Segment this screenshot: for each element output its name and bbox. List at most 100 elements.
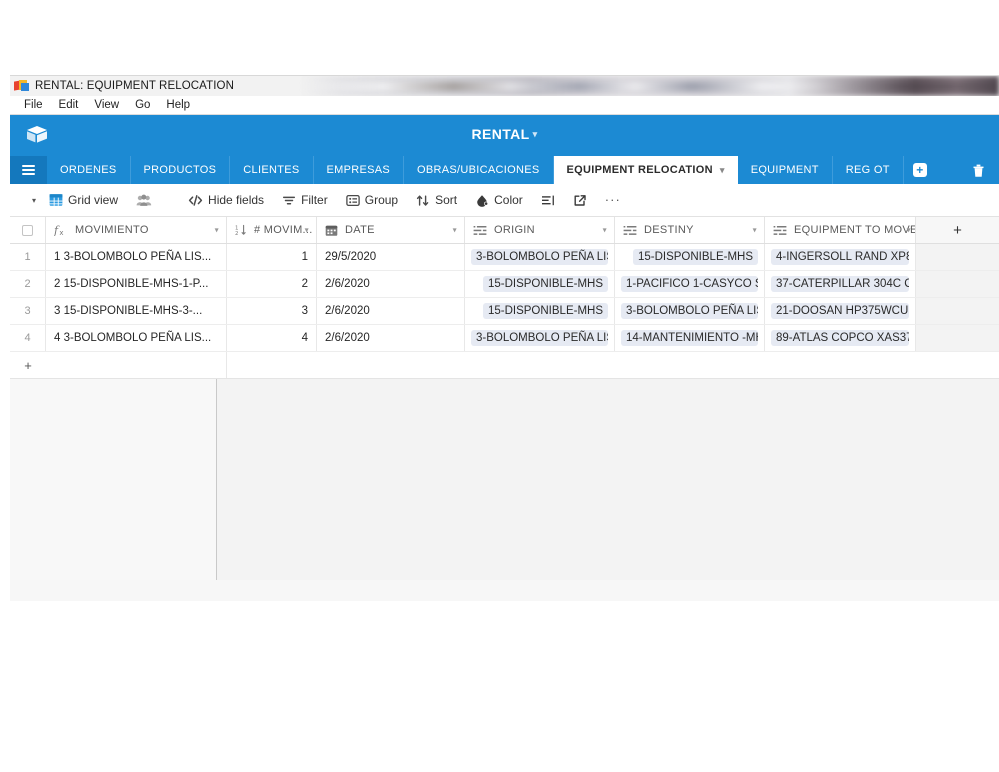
- tab-reg-ot[interactable]: REG OT: [832, 156, 904, 184]
- group-button[interactable]: Group: [337, 189, 407, 212]
- cell-origin[interactable]: 15-DISPONIBLE-MHS: [465, 298, 615, 324]
- cell-destiny[interactable]: 3-BOLOMBOLO PEÑA LISA-IN: [615, 298, 765, 324]
- column-header-origin[interactable]: ORIGIN ▾: [465, 217, 615, 243]
- tab-productos[interactable]: PRODUCTOS: [130, 156, 231, 184]
- view-sidebar-toggle-icon[interactable]: ▾: [28, 196, 40, 205]
- menu-item-edit[interactable]: Edit: [51, 96, 87, 114]
- select-all-checkbox[interactable]: [10, 217, 46, 243]
- cell-date[interactable]: 2/6/2020: [317, 325, 465, 351]
- cell-destiny[interactable]: 1-PACIFICO 1-CASYCO SAS: [615, 271, 765, 297]
- menu-item-help[interactable]: Help: [158, 96, 198, 114]
- chevron-down-icon[interactable]: ▾: [305, 226, 309, 235]
- chevron-down-icon[interactable]: ▾: [603, 226, 607, 235]
- add-record-row[interactable]: +: [10, 352, 999, 379]
- cell-destiny[interactable]: 14-MANTENIMIENTO -MHS: [615, 325, 765, 351]
- linked-record-chip[interactable]: 15-DISPONIBLE-MHS: [482, 276, 608, 292]
- tab-label: PRODUCTOS: [143, 164, 217, 176]
- add-table-button[interactable]: +: [904, 156, 936, 184]
- add-record-button[interactable]: +: [10, 352, 46, 378]
- chevron-down-icon[interactable]: ▾: [215, 226, 219, 235]
- row-height-icon[interactable]: [532, 189, 564, 212]
- cell-num-movimiento[interactable]: 1: [227, 244, 317, 270]
- linked-record-icon: [623, 224, 637, 236]
- cell-date[interactable]: 29/5/2020: [317, 244, 465, 270]
- number-field-icon: 1 2: [235, 224, 247, 236]
- cell-num-movimiento[interactable]: 2: [227, 271, 317, 297]
- cell-date[interactable]: 2/6/2020: [317, 298, 465, 324]
- sort-button[interactable]: Sort: [407, 189, 466, 212]
- linked-record-chip[interactable]: 89-ATLAS COPCO XAS375 20: [771, 330, 909, 346]
- add-record-cell[interactable]: [46, 352, 227, 378]
- tab-clientes[interactable]: CLIENTES: [230, 156, 314, 184]
- cell-equipment-to-move[interactable]: 4-INGERSOLL RAND XP825W: [765, 244, 916, 270]
- linked-record-chip[interactable]: 3-BOLOMBOLO PEÑA LISA-IN: [471, 330, 608, 346]
- column-header-equipment-to-move[interactable]: EQUIPMENT TO MOVE ▾: [765, 217, 916, 243]
- grid-empty-area: [10, 379, 999, 580]
- add-field-button[interactable]: +: [916, 217, 999, 243]
- sort-icon: [416, 194, 430, 207]
- trash-icon[interactable]: [958, 156, 999, 184]
- collaborators-icon[interactable]: [127, 189, 161, 212]
- cell-origin[interactable]: 3-BOLOMBOLO PEÑA LISA-IN: [465, 244, 615, 270]
- linked-record-chip[interactable]: 3-BOLOMBOLO PEÑA LISA-IN: [621, 303, 758, 319]
- cell-origin[interactable]: 3-BOLOMBOLO PEÑA LISA-IN: [465, 325, 615, 351]
- linked-record-chip[interactable]: 37-CATERPILLAR 304C CR200: [771, 276, 909, 292]
- cell-movimiento[interactable]: 2 15-DISPONIBLE-MHS-1-P...: [46, 271, 227, 297]
- linked-record-chip[interactable]: 15-DISPONIBLE-MHS: [632, 249, 758, 265]
- chevron-down-icon[interactable]: ▾: [453, 226, 457, 235]
- chevron-down-icon[interactable]: ▾: [753, 226, 757, 235]
- linked-record-chip[interactable]: 3-BOLOMBOLO PEÑA LISA-IN: [471, 249, 608, 265]
- airtable-logo-icon[interactable]: [24, 122, 50, 148]
- tab-equipment[interactable]: EQUIPMENT: [737, 156, 833, 184]
- column-header-num-movimiento[interactable]: 1 2 # MOVIM... ▾: [227, 217, 317, 243]
- row-number: 4: [10, 325, 46, 351]
- cell-movimiento[interactable]: 3 15-DISPONIBLE-MHS-3-...: [46, 298, 227, 324]
- view-toolbar: ▾ Grid view Hide fields Filter Group Sor…: [10, 184, 999, 217]
- color-button[interactable]: Color: [466, 189, 532, 212]
- date-field-icon: [325, 224, 338, 237]
- tab-ordenes[interactable]: ORDENES: [47, 156, 131, 184]
- tab-obras-ubicaciones[interactable]: OBRAS/UBICACIONES: [404, 156, 554, 184]
- tab-equipment-relocation[interactable]: EQUIPMENT RELOCATION ▾: [553, 156, 738, 184]
- filter-button[interactable]: Filter: [273, 189, 337, 212]
- column-header-date[interactable]: DATE ▾: [317, 217, 465, 243]
- column-header-movimiento[interactable]: f x MOVIMIENTO ▾: [46, 217, 227, 243]
- column-header-label: MOVIMIENTO: [75, 224, 149, 236]
- menu-item-go[interactable]: Go: [127, 96, 158, 114]
- linked-record-chip[interactable]: 15-DISPONIBLE-MHS: [482, 303, 608, 319]
- linked-record-chip[interactable]: 1-PACIFICO 1-CASYCO SAS: [621, 276, 758, 292]
- column-header-label: DESTINY: [644, 224, 694, 236]
- cell-equipment-to-move[interactable]: 37-CATERPILLAR 304C CR200: [765, 271, 916, 297]
- column-header-destiny[interactable]: DESTINY ▾: [615, 217, 765, 243]
- menu-item-file[interactable]: File: [20, 96, 51, 114]
- cell-num-movimiento[interactable]: 3: [227, 298, 317, 324]
- share-view-icon[interactable]: [564, 189, 596, 212]
- cell-origin[interactable]: 15-DISPONIBLE-MHS: [465, 271, 615, 297]
- table-row[interactable]: 2 2 15-DISPONIBLE-MHS-1-P... 2 2/6/2020 …: [10, 271, 999, 298]
- grid-view-button[interactable]: Grid view: [40, 189, 127, 212]
- cell-equipment-to-move[interactable]: 21-DOOSAN HP375WCU 201: [765, 298, 916, 324]
- more-options-button[interactable]: ···: [596, 189, 630, 212]
- cell-movimiento[interactable]: 4 3-BOLOMBOLO PEÑA LIS...: [46, 325, 227, 351]
- window-title-bar: RENTAL: EQUIPMENT RELOCATION: [10, 75, 999, 96]
- row-tail: [916, 271, 999, 297]
- table-row[interactable]: 1 1 3-BOLOMBOLO PEÑA LIS... 1 29/5/2020 …: [10, 244, 999, 271]
- cell-num-movimiento[interactable]: 4: [227, 325, 317, 351]
- linked-record-chip[interactable]: 21-DOOSAN HP375WCU 201: [771, 303, 909, 319]
- hamburger-menu-icon[interactable]: [10, 156, 47, 184]
- table-row[interactable]: 3 3 15-DISPONIBLE-MHS-3-... 3 2/6/2020 1…: [10, 298, 999, 325]
- cell-movimiento[interactable]: 1 3-BOLOMBOLO PEÑA LIS...: [46, 244, 227, 270]
- grid-empty-right: [217, 379, 999, 580]
- chevron-down-icon[interactable]: ▾: [907, 226, 911, 235]
- cell-destiny[interactable]: 15-DISPONIBLE-MHS: [615, 244, 765, 270]
- base-name[interactable]: RENTAL ▾: [10, 126, 999, 142]
- tab-empresas[interactable]: EMPRESAS: [313, 156, 405, 184]
- cell-equipment-to-move[interactable]: 89-ATLAS COPCO XAS375 20: [765, 325, 916, 351]
- linked-record-chip[interactable]: 14-MANTENIMIENTO -MHS: [621, 330, 758, 346]
- chevron-down-icon[interactable]: ▾: [720, 165, 725, 176]
- hide-fields-button[interactable]: Hide fields: [179, 189, 273, 212]
- cell-date[interactable]: 2/6/2020: [317, 271, 465, 297]
- linked-record-chip[interactable]: 4-INGERSOLL RAND XP825W: [771, 249, 909, 265]
- table-row[interactable]: 4 4 3-BOLOMBOLO PEÑA LIS... 4 2/6/2020 3…: [10, 325, 999, 352]
- menu-item-view[interactable]: View: [86, 96, 127, 114]
